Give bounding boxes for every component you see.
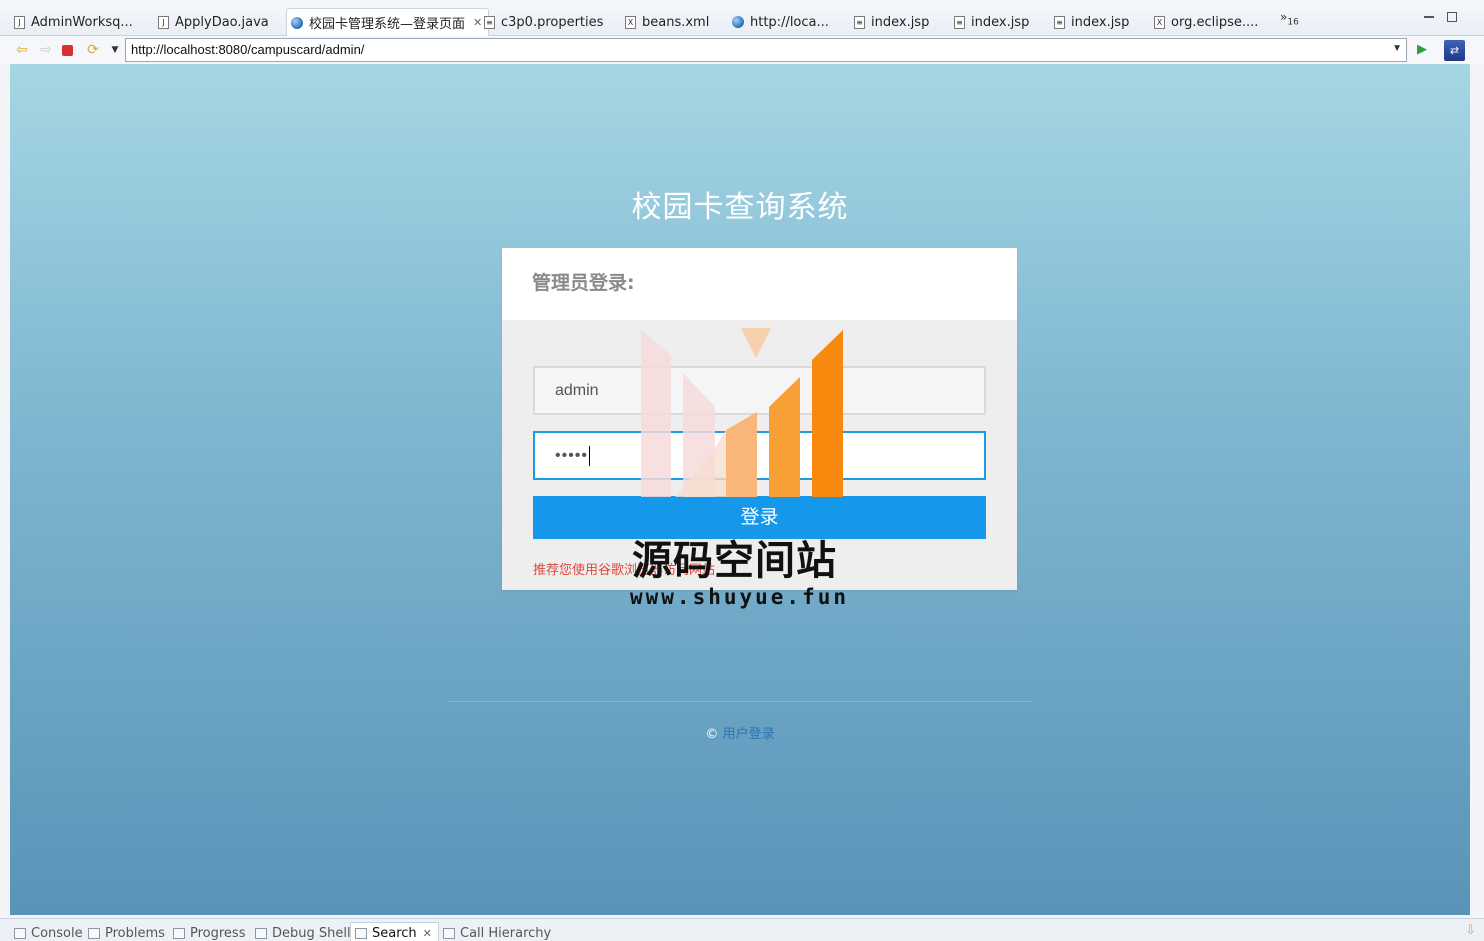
- tab-label: Debug Shell: [272, 926, 351, 941]
- chevron-down-icon[interactable]: ▼: [1392, 43, 1402, 54]
- forward-arrow-icon[interactable]: ⇨: [38, 42, 54, 58]
- back-arrow-icon[interactable]: ⇦: [14, 42, 30, 58]
- tab-console[interactable]: Console: [14, 926, 83, 941]
- password-value: •••••: [555, 446, 589, 464]
- footer-divider: [447, 701, 1032, 702]
- watermark-text-en: www.shuyue.fun: [630, 585, 850, 609]
- tab-index-jsp-2[interactable]: ≡ index.jsp: [954, 9, 1029, 35]
- tab-c3p0-properties[interactable]: ≡ c3p0.properties: [484, 9, 603, 35]
- call-hierarchy-icon: [443, 928, 455, 939]
- problems-icon: [88, 928, 100, 939]
- maximize-icon[interactable]: [1447, 12, 1457, 22]
- tab-label: index.jsp: [871, 14, 930, 30]
- text-file-icon: ≡: [854, 15, 865, 29]
- tab-label: http://loca...: [750, 14, 829, 30]
- tab-label: AdminWorksq...: [31, 14, 133, 30]
- tab-adminworksq[interactable]: J AdminWorksq...: [14, 9, 133, 35]
- tab-index-jsp-1[interactable]: ≡ index.jsp: [854, 9, 929, 35]
- stop-icon[interactable]: [62, 45, 73, 56]
- password-input[interactable]: •••••: [533, 431, 986, 480]
- card-title: 管理员登录:: [502, 248, 1017, 320]
- tab-label: Call Hierarchy: [460, 926, 552, 941]
- tab-login-page[interactable]: 校园卡管理系统—登录页面 ✕: [286, 8, 490, 36]
- search-icon: [355, 928, 367, 939]
- footer: © 用户登录: [10, 723, 1470, 742]
- tab-label: 校园卡管理系统—登录页面: [309, 17, 466, 32]
- tab-problems[interactable]: Problems: [88, 926, 165, 941]
- close-icon[interactable]: ✕: [423, 927, 432, 940]
- username-value: admin: [555, 381, 599, 399]
- tab-localhost[interactable]: http://loca...: [732, 9, 829, 35]
- overflow-count: 16: [1287, 17, 1299, 28]
- minimize-icon[interactable]: [1424, 12, 1434, 18]
- globe-icon: [732, 16, 744, 28]
- tab-progress[interactable]: Progress: [173, 926, 245, 941]
- tab-label: Console: [31, 926, 83, 941]
- page-viewport: 校园卡查询系统 管理员登录: admin ••••• 登录 推荐您使用谷歌浏览器…: [10, 64, 1470, 915]
- xml-file-icon: X: [625, 15, 636, 29]
- console-icon: [14, 928, 26, 939]
- editor-tab-bar: J AdminWorksq... J ApplyDao.java 校园卡管理系统…: [0, 0, 1484, 36]
- java-file-icon: J: [14, 15, 25, 29]
- copyright-symbol: ©: [705, 727, 719, 742]
- tab-label: Search: [372, 926, 417, 941]
- username-input[interactable]: admin: [533, 366, 986, 415]
- user-login-link[interactable]: 用户登录: [723, 727, 775, 742]
- progress-icon: [173, 928, 185, 939]
- tab-label: Progress: [190, 926, 246, 941]
- tab-debug-shell[interactable]: Debug Shell: [255, 926, 351, 941]
- text-file-icon: ≡: [954, 15, 965, 29]
- text-file-icon: ≡: [1054, 15, 1065, 29]
- tab-overflow-button[interactable]: »16: [1280, 10, 1299, 27]
- go-play-icon[interactable]: ▶: [1414, 42, 1430, 58]
- watermark-text-cn: 源码空间站: [632, 538, 837, 584]
- tab-applydao[interactable]: J ApplyDao.java: [158, 9, 269, 35]
- tab-index-jsp-3[interactable]: ≡ index.jsp: [1054, 9, 1129, 35]
- java-file-icon: J: [158, 15, 169, 29]
- tab-call-hierarchy[interactable]: Call Hierarchy: [443, 926, 551, 941]
- browser-toolbar: ⇦ ⇨ ⟳ ▼ http://localhost:8080/campuscard…: [0, 36, 1484, 64]
- url-input[interactable]: http://localhost:8080/campuscard/admin/ …: [125, 38, 1407, 62]
- views-tab-bar: Console Problems Progress Debug Shell Se…: [0, 918, 1484, 941]
- globe-icon: [291, 16, 303, 29]
- text-file-icon: ≡: [484, 15, 495, 29]
- close-icon[interactable]: ✕: [473, 16, 482, 29]
- tab-label: org.eclipse....: [1171, 14, 1259, 30]
- tab-label: ApplyDao.java: [175, 14, 269, 30]
- download-arrow-icon[interactable]: ⇩: [1465, 923, 1476, 938]
- tab-label: beans.xml: [642, 14, 710, 30]
- tab-label: index.jsp: [1071, 14, 1130, 30]
- refresh-icon[interactable]: ⟳: [85, 42, 101, 58]
- tab-label: index.jsp: [971, 14, 1030, 30]
- xml-file-icon: X: [1154, 15, 1165, 29]
- tab-search[interactable]: Search ✕: [350, 922, 439, 941]
- tab-org-eclipse[interactable]: X org.eclipse....: [1154, 9, 1258, 35]
- debug-shell-icon: [255, 928, 267, 939]
- tab-label: Problems: [105, 926, 165, 941]
- chevron-down-icon[interactable]: ▼: [107, 42, 123, 58]
- url-text: http://localhost:8080/campuscard/admin/: [131, 42, 365, 57]
- text-caret: [589, 445, 591, 466]
- system-title: 校园卡查询系统: [631, 190, 849, 225]
- browser-menu-icon[interactable]: ⇄: [1444, 40, 1465, 61]
- tab-label: c3p0.properties: [501, 14, 604, 30]
- tab-beans-xml[interactable]: X beans.xml: [625, 9, 709, 35]
